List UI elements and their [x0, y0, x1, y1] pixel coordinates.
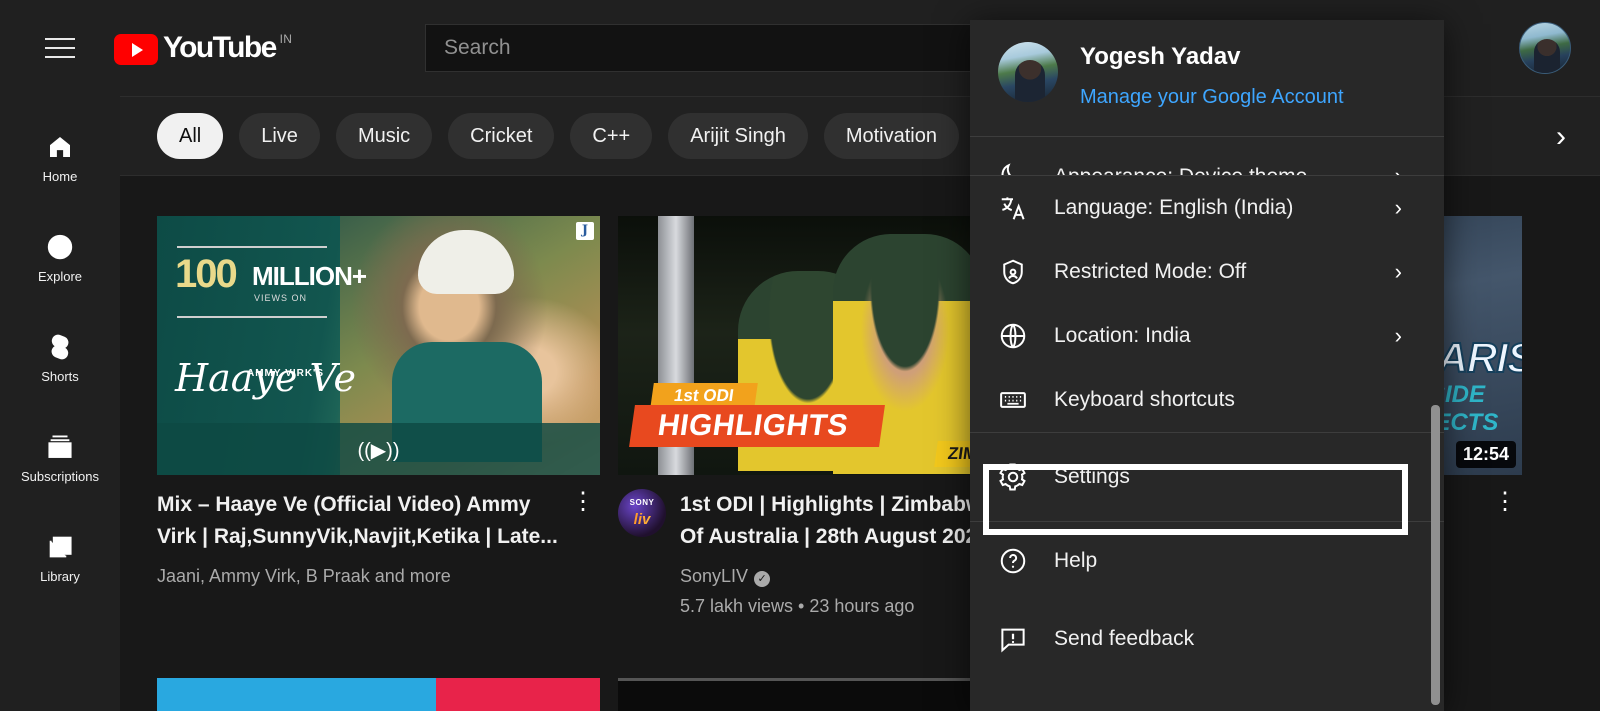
chip-motivation[interactable]: Motivation — [823, 113, 959, 159]
left-sidebar: Home Explore Shorts Subscriptions Librar… — [0, 96, 120, 711]
video-meta: Mix – Haaye Ve (Official Video) Ammy Vir… — [157, 489, 600, 589]
chip-live[interactable]: Live — [239, 113, 320, 159]
menu-item-label: Language: English (India) — [1054, 196, 1294, 219]
chip-music[interactable]: Music — [335, 113, 433, 159]
menu-item-label: Help — [1054, 549, 1098, 572]
chevron-right-icon: › — [1394, 195, 1402, 220]
sidebar-item-explore[interactable]: Explore — [0, 208, 120, 308]
account-header: Yogesh Yadav Manage your Google Account — [970, 20, 1444, 136]
channel-avatar[interactable]: SONY liv — [618, 489, 666, 537]
shield-person-icon — [998, 257, 1038, 287]
thumbnail-views-label: MILLION+ — [252, 261, 367, 291]
manage-google-account-link[interactable]: Manage your Google Account — [1080, 84, 1344, 110]
menu-item-location[interactable]: Location: India › — [970, 304, 1444, 368]
chip-cricket[interactable]: Cricket — [448, 113, 555, 159]
search-placeholder: Search — [444, 36, 511, 59]
more-options-icon[interactable]: ⋮ — [566, 489, 600, 589]
help-circle-icon — [998, 546, 1038, 576]
video-channel-name: SonyLIV — [680, 566, 749, 586]
play-triangle-icon — [114, 34, 158, 65]
subscriptions-icon — [45, 432, 75, 462]
menu-scrollbar[interactable] — [1431, 405, 1440, 705]
youtube-logo-text: YouTube — [163, 31, 277, 64]
video-card[interactable]: 100 MILLION+ VIEWS ON Haaye Ve AMMY VIRK… — [157, 216, 600, 589]
video-title[interactable]: Mix – Haaye Ve (Official Video) Ammy Vir… — [157, 489, 566, 553]
sidebar-item-label: Home — [42, 169, 78, 184]
account-avatar[interactable] — [998, 42, 1058, 102]
menu-item-label: Send feedback — [1054, 627, 1195, 650]
youtube-logo[interactable]: YouTube IN — [114, 30, 292, 66]
menu-item-language[interactable]: Language: English (India) › — [970, 176, 1444, 240]
feedback-icon — [998, 624, 1038, 654]
menu-item-label: Restricted Mode: Off — [1054, 260, 1247, 283]
menu-item-label: Settings — [1054, 465, 1130, 488]
thumbnail-tag-highlights: HIGHLIGHTS — [629, 405, 885, 447]
thumbnail-views-on: VIEWS ON — [254, 293, 308, 303]
youtube-home-page: YouTube IN Search Home Explore Shorts Su… — [0, 0, 1600, 711]
youtube-logo-country: IN — [279, 32, 293, 46]
menu-item-label: Location: India — [1054, 324, 1191, 347]
chip-all[interactable]: All — [157, 113, 224, 159]
sidebar-item-label: Subscriptions — [20, 469, 100, 484]
sidebar-item-label: Explore — [37, 269, 83, 284]
menu-item-settings[interactable]: Settings — [970, 433, 1444, 521]
chevron-right-icon: › — [1395, 163, 1402, 175]
menu-item-label: Appearance: Device theme — [1054, 165, 1307, 175]
globe-icon — [998, 321, 1038, 351]
sidebar-item-label: Shorts — [41, 369, 79, 384]
sidebar-item-home[interactable]: Home — [0, 108, 120, 208]
menu-item-appearance[interactable]: Appearance: Device theme › — [970, 137, 1444, 175]
shorts-icon — [45, 332, 75, 362]
menu-item-send-feedback[interactable]: Send feedback — [970, 600, 1444, 678]
avatar[interactable] — [1519, 22, 1571, 74]
video-duration: 12:54 — [1455, 441, 1516, 468]
sidebar-item-shorts[interactable]: Shorts — [0, 308, 120, 408]
hamburger-menu-icon[interactable] — [36, 24, 84, 72]
account-name: Yogesh Yadav — [1080, 43, 1241, 70]
video-card[interactable] — [157, 678, 600, 711]
chip-cpp[interactable]: C++ — [570, 113, 653, 159]
live-wave-icon: ((▶)) — [357, 440, 400, 462]
chip-arijit-singh[interactable]: Arijit Singh — [668, 113, 808, 159]
moon-icon — [998, 159, 1038, 175]
chevron-right-icon: › — [1394, 323, 1402, 348]
menu-item-keyboard-shortcuts[interactable]: Keyboard shortcuts — [970, 368, 1444, 432]
compass-icon — [45, 232, 75, 262]
translate-icon — [998, 193, 1038, 223]
thumbnail-artist: AMMY VIRK'S — [247, 368, 325, 379]
home-icon — [45, 132, 75, 162]
sidebar-item-library[interactable]: Library — [0, 508, 120, 608]
menu-item-label: Keyboard shortcuts — [1054, 388, 1235, 411]
chevron-right-icon: › — [1394, 259, 1402, 284]
label-logo-icon: J — [576, 222, 594, 240]
thumbnail-views-number: 100 — [175, 252, 238, 296]
library-icon — [45, 532, 75, 562]
verified-badge-icon: ✓ — [754, 571, 771, 587]
keyboard-icon — [998, 385, 1038, 415]
gear-icon — [998, 462, 1038, 492]
chevron-right-icon[interactable]: › — [1522, 111, 1574, 163]
video-thumbnail[interactable]: 100 MILLION+ VIEWS ON Haaye Ve AMMY VIRK… — [157, 216, 600, 475]
menu-item-help[interactable]: Help — [970, 522, 1444, 600]
video-channel[interactable]: Jaani, Ammy Virk, B Praak and more — [157, 563, 566, 589]
sidebar-item-subscriptions[interactable]: Subscriptions — [0, 408, 120, 508]
sidebar-item-label: Library — [40, 569, 80, 584]
menu-item-restricted-mode[interactable]: Restricted Mode: Off › — [970, 240, 1444, 304]
more-options-icon[interactable]: ⋮ — [1488, 489, 1522, 521]
video-thumbnail[interactable] — [157, 678, 600, 711]
account-menu: Yogesh Yadav Manage your Google Account … — [970, 20, 1444, 711]
